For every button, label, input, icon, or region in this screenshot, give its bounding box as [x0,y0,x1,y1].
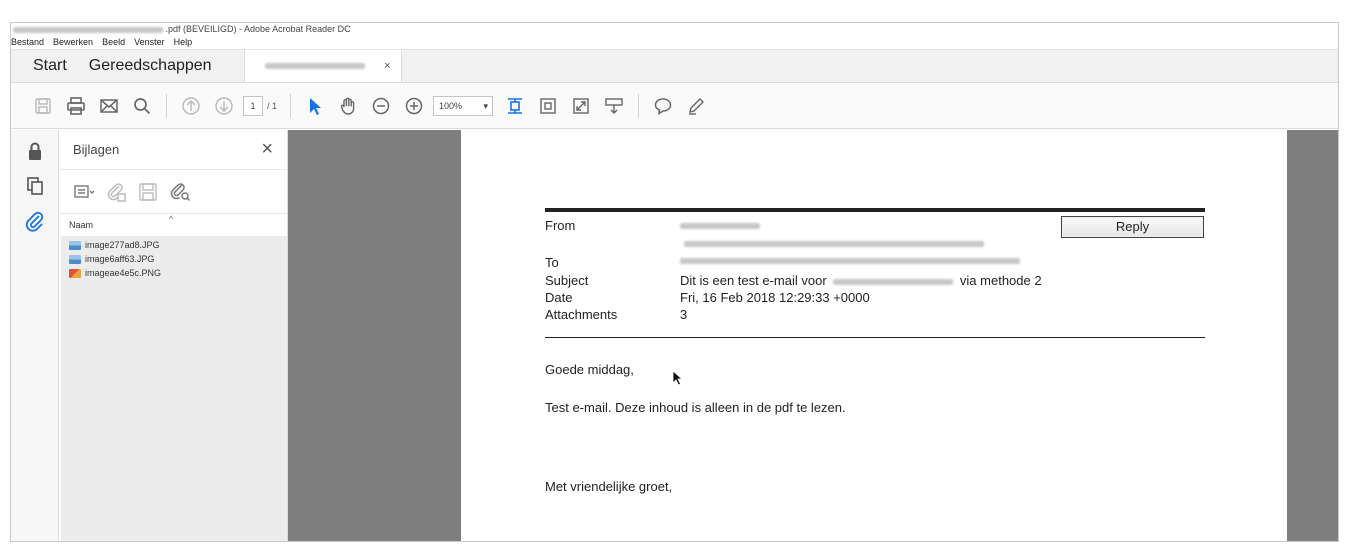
from-label: From [545,218,576,233]
list-item[interactable]: image6aff63.JPG [61,252,287,266]
email-greeting: Goede middag, [545,362,634,377]
menu-file[interactable]: Bestand [11,36,44,49]
close-icon[interactable]: × [261,138,273,161]
toolbar-separator [166,93,167,118]
redacted-subject-part [833,278,954,285]
document-view[interactable]: From Reply To Subject Dit is een test e-… [288,130,1338,541]
column-header-name[interactable]: Naam ^ [59,214,287,236]
zoom-out-icon[interactable] [367,92,395,120]
paperclip-icon[interactable] [24,210,46,232]
redacted-sender-name [680,223,760,229]
page-down-icon[interactable] [210,92,238,120]
file-name: imageae4e5c.PNG [85,268,162,278]
pdf-page: From Reply To Subject Dit is een test e-… [461,130,1287,541]
subject-prefix: Dit is een test e-mail voor [680,273,827,288]
column-name-label: Naam [69,220,94,230]
header-bottom-divider [545,337,1205,338]
subject-suffix: via methode 2 [959,273,1042,288]
pen-icon[interactable] [682,92,710,120]
window-title: .pdf (BEVEILIGD) - Adobe Acrobat Reader … [165,24,351,34]
zoom-level-value: 100% [439,100,463,111]
email-icon[interactable] [95,92,123,120]
tab-bar: Start Gereedschappen × [11,49,1338,83]
pages-icon[interactable] [24,175,46,197]
page-total: / 1 [267,100,278,111]
subject-label: Subject [545,273,589,288]
tab-start[interactable]: Start [11,50,79,82]
chevron-down-icon: ▾ [483,100,489,111]
panel-header: Bijlagen × [59,130,287,170]
page-number-input[interactable]: 1 [243,95,263,116]
tab-tools[interactable]: Gereedschappen [79,50,236,82]
jpg-file-icon [69,254,81,264]
file-name: image277ad8.JPG [85,240,160,250]
png-file-icon [69,268,81,278]
mouse-pointer-icon [672,370,684,386]
menu-bar: Bestand Bewerken Beeld Venster Help [11,36,1338,49]
fit-page-icon[interactable] [501,92,529,120]
save-icon[interactable] [29,92,57,120]
menu-view[interactable]: Beeld [102,36,125,49]
page-display-icon[interactable] [534,92,562,120]
comment-icon[interactable] [649,92,677,120]
hand-tool-icon[interactable] [334,92,362,120]
page-up-icon[interactable] [177,92,205,120]
full-screen-icon[interactable] [567,92,595,120]
print-icon[interactable] [62,92,90,120]
panel-title: Bijlagen [73,142,120,157]
select-cursor-icon[interactable] [301,92,329,120]
search-attachment-icon[interactable] [169,181,191,203]
title-bar: .pdf (BEVEILIGD) - Adobe Acrobat Reader … [11,23,1338,36]
toolbar-separator [638,93,640,118]
search-icon[interactable] [128,92,156,120]
acrobat-window: .pdf (BEVEILIGD) - Adobe Acrobat Reader … [10,22,1339,542]
add-attachment-icon[interactable] [105,181,127,203]
jpg-file-icon [69,240,81,250]
menu-window[interactable]: Venster [134,36,165,49]
redacted-recipients [680,258,1020,264]
sort-ascending-icon: ^ [169,214,174,224]
tab-document[interactable]: × [243,50,402,82]
to-label: To [545,255,559,270]
attachments-count: 3 [680,307,688,322]
zoom-in-icon[interactable] [400,92,428,120]
date-label: Date [545,290,573,305]
attachments-panel: Bijlagen × Naam ^ image277ad8.JPG image6… [59,130,288,541]
email-body: Test e-mail. Deze inhoud is alleen in de… [545,400,846,415]
left-navigation-rail [11,130,59,541]
lock-icon[interactable] [24,140,46,162]
header-divider [545,208,1205,212]
file-name: image6aff63.JPG [85,254,155,264]
attachments-label: Attachments [545,307,618,322]
menu-edit[interactable]: Bewerken [53,36,93,49]
toolbar-separator [290,93,292,118]
tab-close-icon[interactable]: × [384,60,390,72]
list-item[interactable]: image277ad8.JPG [61,238,287,252]
save-attachment-icon[interactable] [137,181,159,203]
attachment-list: image277ad8.JPG image6aff63.JPG imageae4… [61,236,287,541]
list-item[interactable]: imageae4e5c.PNG [61,266,287,280]
zoom-level-select[interactable]: 100% ▾ [433,95,494,116]
menu-help[interactable]: Help [174,36,193,49]
options-menu-icon[interactable] [73,181,95,203]
date-value: Fri, 16 Feb 2018 12:29:33 +0000 [680,290,870,305]
main-content: Bijlagen × Naam ^ image277ad8.JPG image6… [11,130,1338,541]
redacted-sender-address [684,241,984,247]
read-mode-icon[interactable] [600,92,628,120]
toolbar: 1 / 1 100% ▾ [11,83,1338,129]
email-closing: Met vriendelijke groet, [545,479,673,494]
panel-toolbar [59,170,287,214]
redacted-tab-title [264,63,365,69]
subject-value: Dit is een test e-mail voor via methode … [680,273,1042,288]
redacted-filename [13,26,163,33]
reply-button[interactable]: Reply [1061,216,1204,238]
